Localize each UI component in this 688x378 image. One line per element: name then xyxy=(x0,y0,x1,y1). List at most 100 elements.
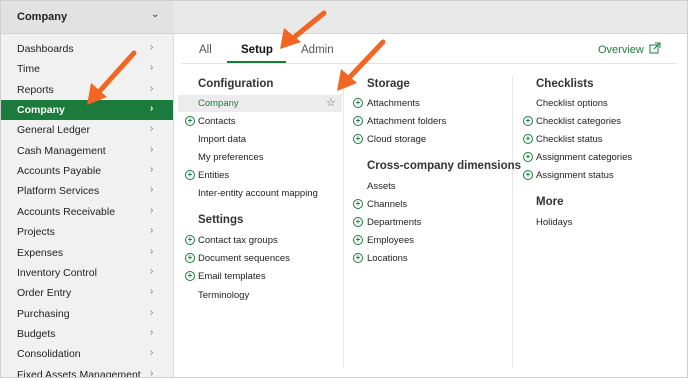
overview-link[interactable]: Overview xyxy=(598,44,644,56)
chevron-right-icon: › xyxy=(150,83,154,94)
menu-item-assets[interactable]: Assets xyxy=(367,181,396,192)
menu-item-entities[interactable]: Entities xyxy=(198,170,229,181)
chevron-right-icon: › xyxy=(150,327,154,338)
plus-circle-icon[interactable]: + xyxy=(523,116,533,126)
sidebar-item-consolidation[interactable]: Consolidation › xyxy=(1,344,173,364)
sidebar-item-reports[interactable]: Reports › xyxy=(1,80,173,100)
menu-item-import-data[interactable]: Import data xyxy=(198,134,246,145)
plus-circle-icon[interactable]: + xyxy=(523,152,533,162)
sidebar-item-label: Inventory Control xyxy=(17,267,97,279)
sidebar-item-label: Order Entry xyxy=(17,287,72,299)
checklists-heading: Checklists xyxy=(536,78,594,90)
tab-divider xyxy=(181,63,677,64)
menu-item-attachments[interactable]: Attachments xyxy=(367,98,420,109)
chevron-right-icon: › xyxy=(150,246,154,257)
menu-item-document-sequences[interactable]: Document sequences xyxy=(198,253,290,264)
menu-item-company[interactable]: Company xyxy=(198,98,239,109)
menu-item-checklist-options[interactable]: Checklist options xyxy=(536,98,608,109)
sidebar-item-label: Company xyxy=(17,104,65,116)
sidebar-item-label: Fixed Assets Management xyxy=(17,369,141,378)
chevron-right-icon: › xyxy=(150,123,154,134)
plus-circle-icon[interactable]: + xyxy=(353,199,363,209)
menu-item-attachment-folders[interactable]: Attachment folders xyxy=(367,116,446,127)
menu-item-employees[interactable]: Employees xyxy=(367,235,414,246)
plus-circle-icon[interactable]: + xyxy=(185,271,195,281)
plus-circle-icon[interactable]: + xyxy=(185,170,195,180)
sidebar-item-label: Purchasing xyxy=(17,308,70,320)
sidebar-item-label: Accounts Payable xyxy=(17,165,102,177)
sidebar-item-accounts-payable[interactable]: Accounts Payable › xyxy=(1,161,173,181)
menu-item-contacts[interactable]: Contacts xyxy=(198,116,236,127)
plus-circle-icon[interactable]: + xyxy=(353,253,363,263)
sidebar-item-cash-management[interactable]: Cash Management › xyxy=(1,141,173,161)
sidebar-item-platform-services[interactable]: Platform Services › xyxy=(1,181,173,201)
storage-heading: Storage xyxy=(367,78,410,90)
plus-circle-icon[interactable]: + xyxy=(185,235,195,245)
sidebar-item-general-ledger[interactable]: General Ledger › xyxy=(1,120,173,140)
sidebar-item-accounts-receivable[interactable]: Accounts Receivable › xyxy=(1,202,173,222)
plus-circle-icon[interactable]: + xyxy=(185,253,195,263)
menu-item-assignment-categories[interactable]: Assignment categories xyxy=(536,152,632,163)
chevron-right-icon: › xyxy=(150,103,154,114)
column-divider xyxy=(512,77,513,367)
menu-item-contact-tax-groups[interactable]: Contact tax groups xyxy=(198,235,278,246)
menu-item-holidays[interactable]: Holidays xyxy=(536,217,572,228)
plus-circle-icon[interactable]: + xyxy=(523,170,533,180)
menu-item-checklist-categories[interactable]: Checklist categories xyxy=(536,116,621,127)
sidebar-item-inventory-control[interactable]: Inventory Control › xyxy=(1,263,173,283)
sidebar-item-label: Reports xyxy=(17,84,54,96)
configuration-heading: Configuration xyxy=(198,78,274,90)
company-dropdown-label: Company xyxy=(17,11,68,23)
chevron-right-icon: › xyxy=(150,144,154,155)
sidebar-item-budgets[interactable]: Budgets › xyxy=(1,324,173,344)
menu-item-cloud-storage[interactable]: Cloud storage xyxy=(367,134,426,145)
sidebar-item-label: Projects xyxy=(17,226,55,238)
menu-item-channels[interactable]: Channels xyxy=(367,199,407,210)
menu-item-departments[interactable]: Departments xyxy=(367,217,421,228)
chevron-right-icon: › xyxy=(150,42,154,53)
sidebar-item-label: Budgets xyxy=(17,328,56,340)
tab-setup[interactable]: Setup xyxy=(241,44,273,56)
plus-circle-icon[interactable]: + xyxy=(353,98,363,108)
sidebar-item-label: Cash Management xyxy=(17,145,106,157)
chevron-right-icon: › xyxy=(150,164,154,175)
sidebar-item-company[interactable]: Company › xyxy=(1,100,173,120)
sidebar-item-time[interactable]: Time › xyxy=(1,59,173,79)
menu-item-my-preferences[interactable]: My preferences xyxy=(198,152,263,163)
column-divider xyxy=(343,77,344,367)
plus-circle-icon[interactable]: + xyxy=(185,116,195,126)
menu-item-checklist-status[interactable]: Checklist status xyxy=(536,134,603,145)
sidebar-item-expenses[interactable]: Expenses › xyxy=(1,243,173,263)
sidebar-item-dashboards[interactable]: Dashboards › xyxy=(1,39,173,59)
menu-item-assignment-status[interactable]: Assignment status xyxy=(536,170,614,181)
tab-admin[interactable]: Admin xyxy=(301,44,334,56)
plus-circle-icon[interactable]: + xyxy=(353,217,363,227)
plus-circle-icon[interactable]: + xyxy=(523,134,533,144)
chevron-right-icon: › xyxy=(150,62,154,73)
plus-circle-icon[interactable]: + xyxy=(353,134,363,144)
star-icon[interactable]: ☆ xyxy=(326,96,336,109)
chevron-right-icon: › xyxy=(150,184,154,195)
sidebar-item-label: Expenses xyxy=(17,247,64,259)
menu-item-inter-entity-account-mapping[interactable]: Inter-entity account mapping xyxy=(198,188,318,199)
chevron-right-icon: › xyxy=(150,225,154,236)
company-dropdown[interactable]: Company ⌄ xyxy=(1,1,173,33)
plus-circle-icon[interactable]: + xyxy=(353,235,363,245)
sidebar-item-label: Consolidation xyxy=(17,348,81,360)
menu-item-email-templates[interactable]: Email templates xyxy=(198,271,266,282)
sidebar-item-label: Accounts Receivable xyxy=(17,206,116,218)
sidebar-item-fixed-assets-management[interactable]: Fixed Assets Management › xyxy=(1,365,173,378)
sidebar: Dashboards › Time › Reports › Company › Gene… xyxy=(1,34,174,378)
plus-circle-icon[interactable]: + xyxy=(353,116,363,126)
chevron-right-icon: › xyxy=(150,307,154,318)
chevron-right-icon: › xyxy=(150,368,154,378)
sidebar-item-purchasing[interactable]: Purchasing › xyxy=(1,304,173,324)
menu-item-terminology[interactable]: Terminology xyxy=(198,290,249,301)
sidebar-item-projects[interactable]: Projects › xyxy=(1,222,173,242)
chevron-right-icon: › xyxy=(150,205,154,216)
sidebar-item-order-entry[interactable]: Order Entry › xyxy=(1,283,173,303)
sidebar-item-label: Platform Services xyxy=(17,185,100,197)
menu-item-locations[interactable]: Locations xyxy=(367,253,408,264)
tab-all[interactable]: All xyxy=(199,44,212,56)
external-link-icon[interactable] xyxy=(649,42,661,54)
